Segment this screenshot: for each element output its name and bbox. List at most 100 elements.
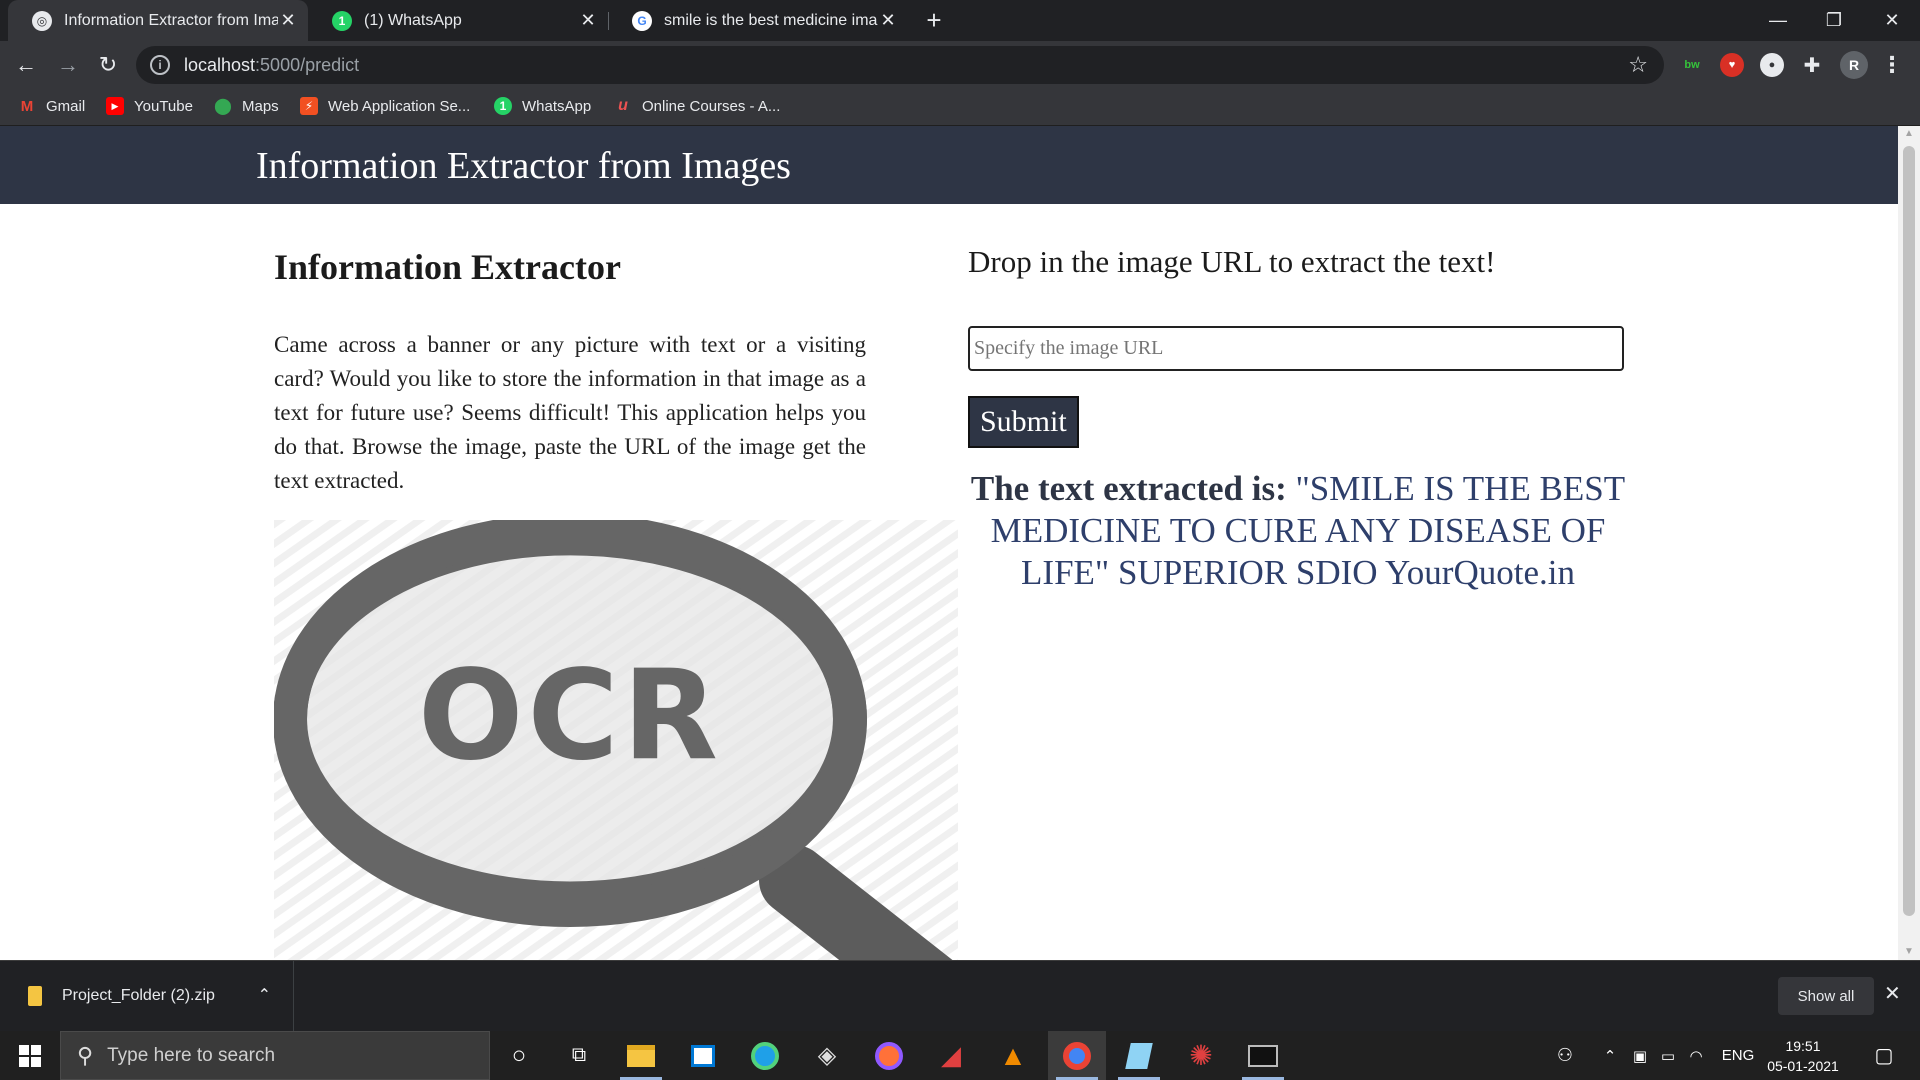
tab-information-extractor[interactable]: ◎ Information Extractor from Image ✕	[8, 0, 308, 41]
windows-taskbar: ⚲ Type here to search ○ ⧉ ◈ ◢ ▲ ✺ ⚇ ⌃ ▣ …	[0, 1031, 1920, 1080]
bookmark-gmail[interactable]: M Gmail	[18, 88, 85, 124]
image-url-input[interactable]	[968, 326, 1624, 371]
info-icon[interactable]: i	[150, 55, 170, 75]
clock-time: 19:51	[1785, 1038, 1821, 1054]
close-tab-icon[interactable]: ✕	[878, 10, 898, 31]
bookmark-whatsapp[interactable]: 1 WhatsApp	[494, 88, 591, 124]
bolt-icon: ⚡	[300, 97, 318, 115]
back-arrow-icon[interactable]: ←	[10, 49, 42, 81]
whatsapp-icon: 1	[332, 10, 352, 31]
scrollbar-thumb[interactable]	[1903, 146, 1915, 916]
ocr-magnifier-image: OCR	[274, 520, 958, 960]
people-icon[interactable]: ⚇	[1550, 1031, 1580, 1080]
extensions-puzzle-icon[interactable]: ✚	[1800, 53, 1824, 77]
menu-kebab-icon[interactable]: ⋮	[1880, 52, 1904, 77]
show-all-button[interactable]: Show all	[1778, 977, 1874, 1015]
gmail-icon: M	[20, 97, 34, 115]
minimize-icon[interactable]: —	[1750, 0, 1806, 41]
taskbar-clock[interactable]: 19:51 05-01-2021	[1760, 1036, 1846, 1076]
bookmarks-bar: M Gmail ▶ YouTube ⬤ Maps ⚡ Web Applicati…	[0, 88, 1920, 126]
draw-app-icon[interactable]: ◢	[922, 1031, 980, 1080]
extension-adblock-icon[interactable]: ♥	[1720, 53, 1744, 77]
meet-now-icon[interactable]: ▣	[1628, 1031, 1652, 1080]
scroll-down-icon[interactable]: ▼	[1903, 946, 1915, 958]
terminal-icon[interactable]	[1234, 1031, 1292, 1080]
cortana-icon[interactable]: ○	[490, 1031, 548, 1080]
tab-title: smile is the best medicine image	[664, 11, 878, 29]
new-tab-icon[interactable]: +	[920, 6, 948, 34]
intro-heading: Information Extractor	[274, 247, 621, 287]
zip-file-icon	[28, 986, 42, 1006]
bookmark-star-icon[interactable]: ☆	[1628, 52, 1648, 78]
bookmark-label: Online Courses - A...	[642, 97, 781, 115]
tab-whatsapp[interactable]: 1 (1) WhatsApp ✕	[308, 0, 608, 41]
store-icon[interactable]	[674, 1031, 732, 1080]
firefox-icon[interactable]	[860, 1031, 918, 1080]
extension-bw-icon[interactable]: bw	[1680, 53, 1704, 77]
tab-title: (1) WhatsApp	[364, 11, 462, 29]
address-host: localhost	[184, 54, 256, 75]
google-icon: G	[632, 10, 652, 31]
close-tab-icon[interactable]: ✕	[578, 10, 598, 31]
clock-date: 05-01-2021	[1767, 1058, 1839, 1074]
close-shelf-icon[interactable]: ✕	[1884, 981, 1901, 1006]
download-file-name: Project_Folder (2).zip	[62, 987, 215, 1004]
extension-circle-icon[interactable]: ●	[1760, 53, 1784, 77]
page-viewport: Information Extractor from Images Inform…	[0, 126, 1898, 960]
task-view-icon[interactable]: ⧉	[550, 1031, 608, 1080]
file-explorer-icon[interactable]	[612, 1031, 670, 1080]
submit-button[interactable]: Submit	[968, 396, 1079, 448]
battery-icon[interactable]: ▭	[1656, 1031, 1680, 1080]
youtube-icon: ▶	[106, 97, 124, 115]
profile-avatar[interactable]: R	[1840, 51, 1868, 79]
bookmark-label: Maps	[242, 97, 279, 115]
bookmark-youtube[interactable]: ▶ YouTube	[106, 88, 193, 124]
close-tab-icon[interactable]: ✕	[278, 10, 298, 31]
download-item[interactable]: Project_Folder (2).zip ⌃	[0, 961, 294, 1031]
forward-arrow-icon[interactable]: →	[52, 49, 84, 81]
search-icon: ⚲	[77, 1042, 94, 1068]
ocr-text: OCR	[418, 644, 722, 788]
close-window-icon[interactable]: ✕	[1864, 0, 1920, 41]
bookmark-label: YouTube	[134, 97, 193, 115]
start-button[interactable]	[0, 1031, 60, 1080]
whatsapp-icon: 1	[494, 97, 512, 115]
extraction-result: The text extracted is: "SMILE IS THE BES…	[968, 468, 1628, 594]
intro-description: Came across a banner or any picture with…	[274, 332, 866, 493]
chrome-taskbar-icon[interactable]	[1048, 1031, 1106, 1080]
notepad-icon[interactable]	[1110, 1031, 1168, 1080]
scroll-up-icon[interactable]: ▲	[1903, 128, 1915, 140]
page-scrollbar[interactable]: ▲ ▼	[1898, 126, 1920, 960]
ocr-illustration: OCR	[274, 520, 958, 960]
browser-toolbar: ← → ↻ i localhost:5000/predict ☆ bw ♥ ● …	[0, 41, 1920, 88]
extract-form: Drop in the image URL to extract the tex…	[968, 244, 1628, 592]
network-app-icon[interactable]: ✺	[1172, 1031, 1230, 1080]
taskbar-search[interactable]: ⚲ Type here to search	[60, 1031, 490, 1080]
chevron-up-icon[interactable]: ⌃	[258, 985, 271, 1005]
notification-icon[interactable]: ▢	[1864, 1031, 1904, 1080]
result-label: The text extracted is:	[970, 469, 1287, 508]
extract-prompt: Drop in the image URL to extract the tex…	[968, 244, 1496, 279]
udemy-icon: u	[618, 97, 628, 114]
bookmark-online-courses[interactable]: u Online Courses - A...	[614, 88, 780, 124]
vlc-icon[interactable]: ▲	[984, 1031, 1042, 1080]
address-path: :5000/predict	[255, 54, 360, 75]
chevron-up-icon[interactable]: ⌃	[1598, 1031, 1622, 1080]
wifi-icon[interactable]: ◠	[1684, 1031, 1708, 1080]
restore-icon[interactable]: ❐	[1806, 0, 1862, 41]
tab-google-search[interactable]: G smile is the best medicine image ✕	[608, 0, 908, 41]
language-indicator[interactable]: ENG	[1716, 1031, 1760, 1080]
edge-icon[interactable]	[736, 1031, 794, 1080]
taskbar-search-placeholder: Type here to search	[107, 1044, 276, 1066]
tab-strip: ◎ Information Extractor from Image ✕ 1 (…	[0, 0, 1920, 41]
reload-icon[interactable]: ↻	[92, 49, 124, 81]
bookmark-web-application[interactable]: ⚡ Web Application Se...	[300, 88, 470, 124]
bookmark-label: Gmail	[46, 97, 86, 115]
maps-pin-icon: ⬤	[214, 98, 232, 115]
bookmark-maps[interactable]: ⬤ Maps	[214, 88, 279, 124]
intro-section: Information Extractor Came across a bann…	[274, 246, 866, 498]
windows-logo-icon	[19, 1044, 41, 1067]
address-bar[interactable]: i localhost:5000/predict ☆	[136, 46, 1664, 84]
download-shelf: Project_Folder (2).zip ⌃ Show all ✕	[0, 960, 1920, 1031]
layers-app-icon[interactable]: ◈	[798, 1031, 856, 1080]
